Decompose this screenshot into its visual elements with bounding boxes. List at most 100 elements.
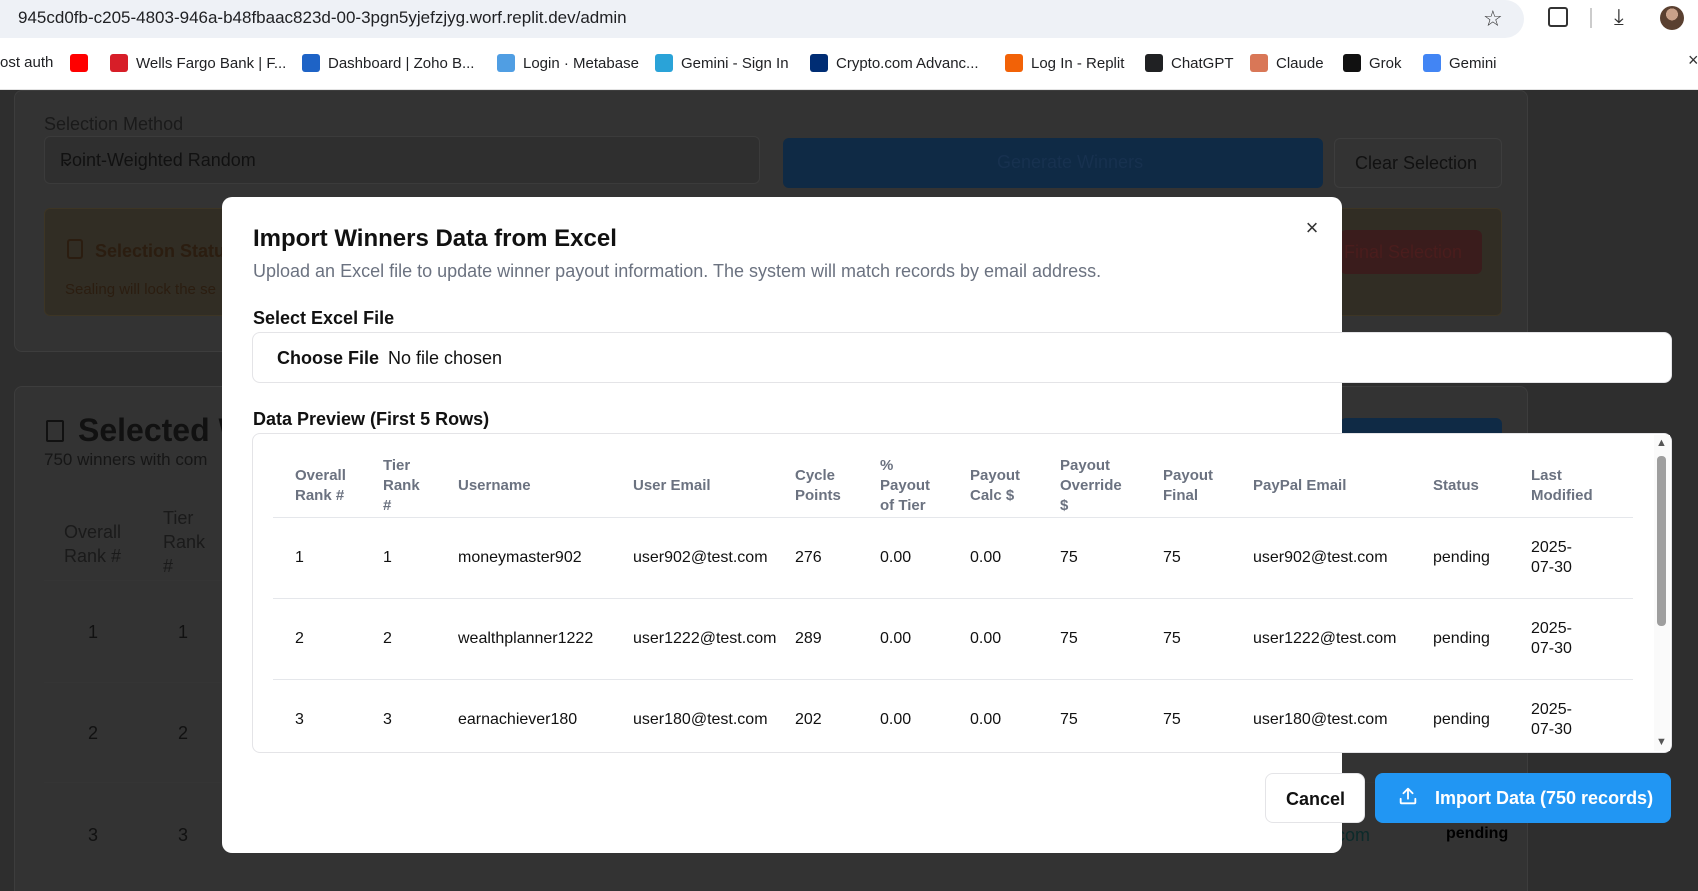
- table-cell-line: 2025-: [1531, 701, 1572, 718]
- replit-icon: [1005, 54, 1023, 72]
- import-data-label: Import Data (750 records): [1435, 788, 1654, 808]
- bookmark-item[interactable]: Claude: [1250, 54, 1324, 72]
- table-cell-line: 07-30: [1531, 640, 1572, 657]
- table-cell: 0.00: [970, 711, 1002, 728]
- wellsfargo-icon: [110, 54, 128, 72]
- choose-file-button[interactable]: Choose File: [277, 348, 379, 369]
- column-header: Payout Calc $: [970, 466, 1020, 506]
- clear-selection-button[interactable]: Clear Selection: [1334, 138, 1502, 188]
- download-icon[interactable]: ⤓: [1614, 4, 1624, 30]
- table-cell: user180@test.com: [633, 711, 768, 728]
- column-header-line: Payout: [970, 467, 1021, 484]
- column-header: PayPal Email: [1253, 476, 1346, 496]
- column-header-line: #: [383, 497, 392, 514]
- chatgpt-icon: [1145, 54, 1163, 72]
- final-selection-label: Final Selection: [1344, 242, 1463, 262]
- table-cell-line: 07-30: [1531, 721, 1572, 738]
- generate-winners-label: Generate Winners: [997, 152, 1144, 172]
- excel-file-input[interactable]: Choose File No file chosen: [252, 332, 1672, 383]
- clear-selection-label: Clear Selection: [1355, 153, 1478, 173]
- gemini-link-icon: [655, 54, 673, 72]
- profile-avatar[interactable]: [1660, 6, 1684, 30]
- table-cell: 75: [1060, 630, 1078, 647]
- column-header-line: Status: [1433, 477, 1479, 494]
- bookmark-item[interactable]: ost auth: [0, 54, 53, 71]
- file-status-text: No file chosen: [388, 348, 503, 368]
- column-header-line: Username: [458, 477, 531, 494]
- selection-status-text: Sealing will lock the se: [65, 281, 216, 298]
- bookmark-item[interactable]: Log In - Replit: [1005, 54, 1124, 72]
- column-header-line: of Tier: [880, 497, 926, 514]
- bookmark-item[interactable]: Gemini: [1423, 54, 1497, 72]
- table-cell: pending: [1433, 549, 1490, 566]
- column-header-line: Final: [1163, 487, 1199, 504]
- selection-status-title: Selection Statu: [95, 241, 226, 261]
- gemini-icon: [1423, 54, 1441, 72]
- bookmark-item[interactable]: Login · Metabase: [497, 54, 639, 72]
- column-header: Username: [458, 476, 531, 496]
- table-cell: 2025- 07-30: [1531, 538, 1572, 578]
- column-header: Cycle Points: [795, 466, 841, 506]
- cancel-button[interactable]: Cancel: [1265, 773, 1365, 823]
- table-cell: 0.00: [880, 711, 912, 728]
- scroll-down-icon[interactable]: ▼: [1656, 736, 1667, 748]
- column-header: % Payout of Tier: [880, 456, 930, 516]
- dialog-title: Import Winners Data from Excel: [253, 225, 617, 252]
- table-cell: user902@test.com: [633, 549, 768, 566]
- table-cell: 3: [383, 711, 392, 728]
- address-bar[interactable]: 945cd0fb-c205-4803-946a-b48fbaac823d-00-…: [0, 0, 1524, 38]
- bookmark-star-icon[interactable]: ☆: [1483, 6, 1503, 32]
- column-header-line: Points: [795, 487, 841, 504]
- close-icon[interactable]: ×: [1300, 216, 1324, 240]
- bookmark-item[interactable]: Crypto.com Advanc...: [810, 54, 979, 72]
- bookmarks-bar: ost auth Wells Fargo Bank | F... Dashboard…: [0, 38, 1698, 90]
- column-header: Tier Rank #: [383, 456, 420, 516]
- table-cell: 1: [383, 549, 392, 566]
- table-cell-line: 07-30: [1531, 559, 1572, 576]
- extensions-icon[interactable]: [1548, 7, 1568, 27]
- bookmark-label: ChatGPT: [1171, 54, 1234, 72]
- bookmark-label: Wells Fargo Bank | F...: [136, 54, 287, 72]
- bookmark-item[interactable]: ChatGPT: [1145, 54, 1234, 72]
- bg-cell: 2: [88, 723, 99, 743]
- column-header: Overall Rank #: [295, 466, 346, 506]
- table-cell: moneymaster902: [458, 549, 582, 566]
- final-selection-button[interactable]: Final Selection: [1340, 230, 1482, 274]
- table-cell: user1222@test.com: [633, 630, 777, 647]
- scroll-up-icon[interactable]: ▲: [1656, 437, 1667, 449]
- column-header-line: Payout: [880, 477, 931, 494]
- bookmark-label: Claude: [1276, 54, 1324, 72]
- selection-method-label: Selection Method: [44, 114, 184, 134]
- bookmark-item[interactable]: Gemini - Sign In: [655, 54, 789, 72]
- import-data-button[interactable]: Import Data (750 records): [1375, 773, 1671, 823]
- close-icon[interactable]: ×: [1688, 50, 1698, 71]
- column-header: Payout Final: [1163, 466, 1213, 506]
- generate-winners-button[interactable]: Generate Winners: [783, 138, 1323, 188]
- table-cell: pending: [1433, 630, 1490, 647]
- column-header-line: Modified: [1531, 487, 1593, 504]
- crypto-icon: [810, 54, 828, 72]
- bookmark-item[interactable]: Dashboard | Zoho B...: [302, 54, 474, 72]
- table-cell: 75: [1060, 711, 1078, 728]
- metabase-icon: [497, 54, 515, 72]
- column-header-line: Overall: [295, 467, 346, 484]
- bookmark-item[interactable]: Wells Fargo Bank | F...: [110, 54, 286, 72]
- column-header-line: %: [880, 457, 894, 474]
- bookmark-item[interactable]: [70, 54, 96, 72]
- column-header-line: Payout: [1060, 457, 1111, 474]
- bookmark-item[interactable]: Grok: [1343, 54, 1402, 72]
- column-header: User Email: [633, 476, 711, 496]
- column-header-line: Last: [1531, 467, 1562, 484]
- bg-cell: 1: [178, 622, 189, 642]
- table-cell: user180@test.com: [1253, 711, 1388, 728]
- column-header-line: Rank #: [295, 487, 345, 504]
- selection-method-select[interactable]: Point-Weighted Random ⌄: [44, 136, 760, 184]
- url-text[interactable]: 945cd0fb-c205-4803-946a-b48fbaac823d-00-…: [18, 8, 627, 28]
- row-divider: [273, 598, 1633, 599]
- table-cell: 276: [795, 549, 822, 566]
- scrollbar-thumb[interactable]: [1657, 456, 1666, 626]
- bg-cell: 2: [178, 723, 189, 743]
- cancel-label: Cancel: [1286, 789, 1346, 809]
- browser-toolbar: 945cd0fb-c205-4803-946a-b48fbaac823d-00-…: [0, 0, 1698, 38]
- zoho-icon: [302, 54, 320, 72]
